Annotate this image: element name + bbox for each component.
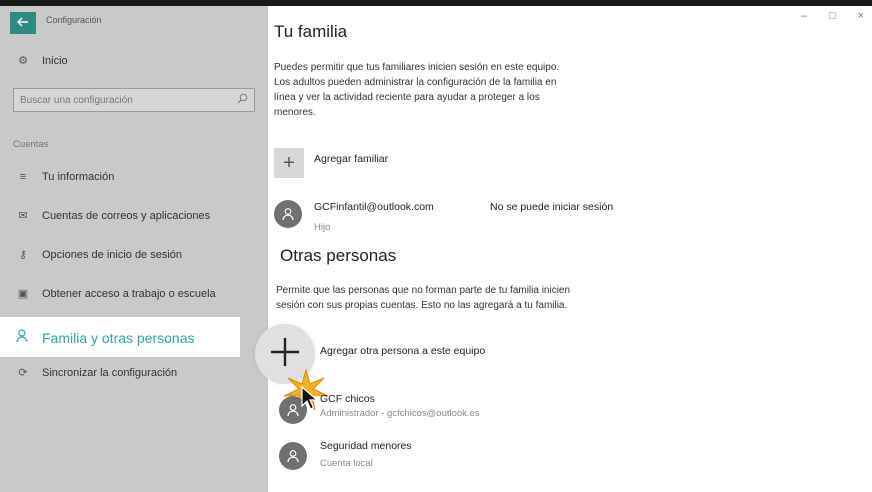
search-icon [237,93,248,107]
sidebar-item-work-access[interactable]: ▣ Obtener acceso a trabajo o escuela [14,287,216,301]
window-controls: – □ × [801,10,864,22]
member-status: No se puede iniciar sesión [490,201,614,213]
family-description: Puedes permitir que tus familiares inici… [274,62,560,118]
key-icon: ⚷ [18,249,28,261]
sidebar-item-label: Obtener acceso a trabajo o escuela [42,287,216,300]
back-button[interactable] [10,12,36,34]
family-heading: Tu familia [274,22,348,41]
search-placeholder: Buscar una configuración [20,94,133,106]
avatar [274,200,302,228]
avatar [279,442,307,470]
sidebar-item-signin-options[interactable]: ⚷ Opciones de inicio de sesión [14,248,183,262]
briefcase-icon: ▣ [17,288,29,300]
search-input[interactable]: Buscar una configuración [13,88,255,112]
sidebar-item-email-accounts[interactable]: ✉ Cuentas de correos y aplicaciones [14,209,211,223]
plus-icon: + [274,148,304,178]
sidebar-item-sync[interactable]: ⟳ Sincronizar la configuración [14,366,178,380]
sidebar-item-label: Familia y otras personas [42,329,195,346]
sidebar-item-your-info[interactable]: ≡ Tu información [14,171,115,183]
other-account-row[interactable]: GCF chicos Administrador - gcfchicos@out… [274,392,654,426]
others-heading: Otras personas [280,246,397,265]
sync-icon: ⟳ [18,367,28,379]
arrow-left-icon [17,14,29,32]
sidebar-item-label: Sincronizar la configuración [42,366,178,379]
sidebar-item-home[interactable]: ⚙ Inicio [14,54,68,68]
account-name: GCF chicos [320,393,375,405]
sidebar-item-label: Opciones de inicio de sesión [42,248,183,261]
sidebar-item-label: Tu información [42,171,115,183]
member-role: Hijo [314,222,331,233]
minimize-button[interactable]: – [801,10,807,22]
gear-icon: ⚙ [18,55,28,67]
mail-icon: ✉ [18,210,28,222]
close-button[interactable]: × [858,10,864,22]
other-account-row[interactable]: Seguridad menores Cuenta local [274,440,654,474]
section-heading: Cuentas [13,139,49,150]
id-card-icon: ≡ [19,171,27,183]
member-email: GCFinfantil@outlook.com [314,201,434,213]
sidebar-item-family[interactable]: Familia y otras personas [0,317,240,357]
add-family-button[interactable]: + Agregar familiar [274,148,388,178]
person-icon [14,329,32,346]
add-other-person-label[interactable]: Agregar otra persona a este equipo [320,345,485,357]
account-detail: Administrador - gcfchicos@outlook.es [320,408,480,419]
app-title: Configuración [46,15,102,25]
others-description: Permite que las personas que no forman p… [276,285,571,311]
family-member-row[interactable]: GCFinfantil@outlook.com Hijo No se puede… [274,200,674,236]
sidebar-item-label: Inicio [42,54,68,67]
sidebar-item-label: Cuentas de correos y aplicaciones [42,209,211,222]
account-detail: Cuenta local [320,458,373,469]
mouse-cursor-icon [300,385,320,416]
add-family-label: Agregar familiar [314,153,389,165]
maximize-button[interactable]: □ [829,10,836,22]
account-name: Seguridad menores [320,440,412,452]
